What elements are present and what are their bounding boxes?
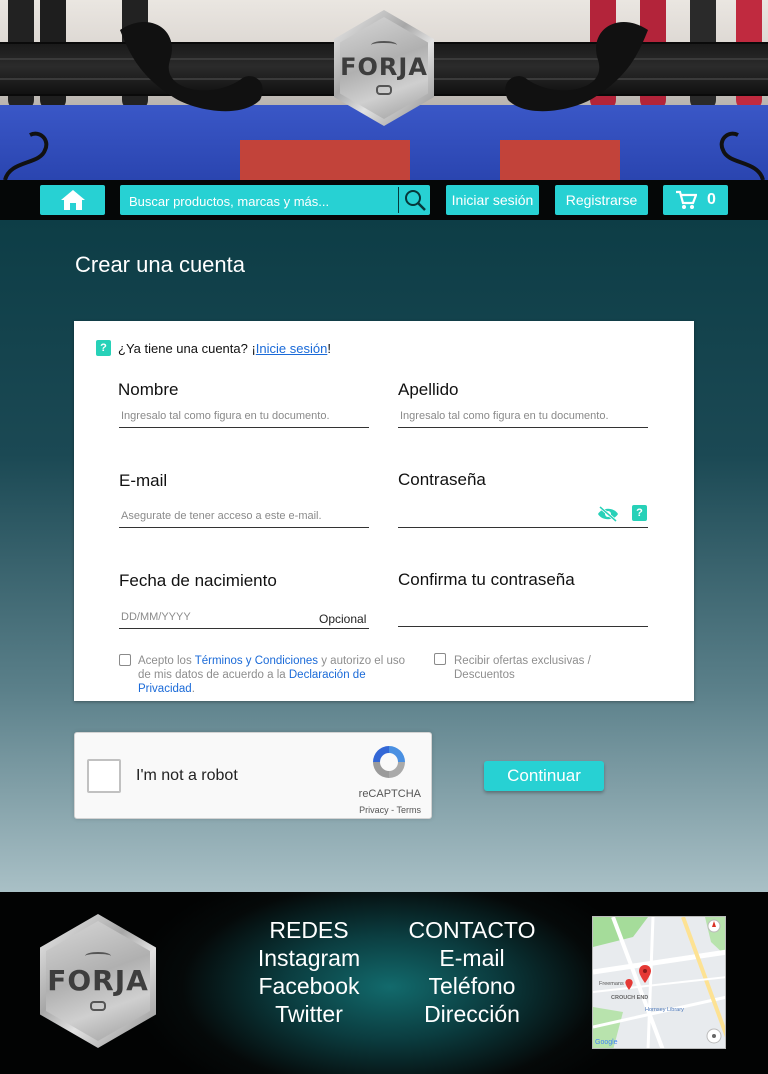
email-label: E-mail [119,471,168,490]
cart-count: 0 [707,191,716,208]
have-account-suffix: ! [327,341,331,356]
dragon-right-icon [505,21,648,112]
home-button[interactable] [40,185,105,215]
footer-contacto-column: CONTACTO E-mail Teléfono Dirección [400,916,544,1028]
map-label: CROUCH END [611,995,649,1001]
continue-button[interactable]: Continuar [484,761,604,791]
gym-mat-red [500,140,620,180]
register-button[interactable]: Registrarse [555,185,648,215]
password-label: Contraseña [398,470,486,489]
twitter-link[interactable]: Twitter [240,1000,378,1028]
address-link[interactable]: Dirección [400,1000,544,1028]
footer-logo-fist-icon [90,1000,106,1011]
have-account-prefix: ¿Ya tiene una cuenta? ¡ [118,341,256,356]
search-icon[interactable] [403,188,427,212]
apellido-field[interactable]: Ingresalo tal como figura en tu document… [398,410,648,428]
terms-part1: Acepto los [138,655,195,667]
page-title: Crear una cuenta [75,252,245,277]
recaptcha-links[interactable]: Privacy - Terms [359,805,421,815]
map-google-logo: Google [595,1039,618,1046]
terms-text: Acepto los Términos y Condiciones y auto… [138,654,406,696]
search-divider [398,187,399,213]
confirm-password-field[interactable] [398,609,648,627]
search-input[interactable]: Buscar productos, marcas y más... [129,194,329,209]
redes-title: REDES [269,917,349,943]
confirm-password-label: Confirma tu contraseña [398,570,575,589]
footer-redes-column: REDES Instagram Facebook Twitter [240,916,378,1028]
search-bar[interactable]: Buscar productos, marcas y más... [120,185,430,215]
cart-button[interactable]: 0 [663,185,728,215]
dragon-left-icon [120,21,263,112]
dragon-tail-right-icon [719,131,765,180]
recaptcha-icon [373,746,405,778]
have-account-text: ¿Ya tiene una cuenta? ¡Inicie sesión! [118,341,331,356]
terms-checkbox[interactable] [119,654,131,666]
map-label: Hornsey Library [645,1007,684,1013]
recaptcha-label: I'm not a robot [136,767,238,784]
login-link[interactable]: Inicie sesión [256,341,328,356]
location-map[interactable]: Freemans CROUCH END Hornsey Library Goog… [592,916,726,1049]
birth-label: Fecha de nacimiento [119,571,277,590]
instagram-link[interactable]: Instagram [240,944,378,972]
email-link[interactable]: E-mail [400,944,544,972]
logo-text: FORJA [340,53,428,81]
logo-fist-icon [376,85,392,95]
facebook-link[interactable]: Facebook [240,972,378,1000]
login-button[interactable]: Iniciar sesión [446,185,539,215]
recaptcha-brand: reCAPTCHA [358,788,421,800]
map-label: Freemans [599,981,624,987]
offers-checkbox[interactable] [434,653,446,665]
footer-logo-text: FORJA [47,963,149,997]
birth-optional-label: Opcional [319,612,367,626]
dragon-tail-left-icon [3,131,49,180]
phone-link[interactable]: Teléfono [400,972,544,1000]
eye-off-icon[interactable] [597,505,619,523]
home-icon [60,190,85,210]
offers-text: Recibir ofertas exclusivas / Descuentos [454,655,591,681]
apellido-label: Apellido [398,380,459,399]
map-pin-icon [625,979,633,990]
cart-icon [676,190,698,209]
password-help-icon[interactable]: ? [632,505,647,521]
recaptcha-checkbox[interactable] [87,759,121,793]
logo-sun-icon [371,41,397,49]
terms-part3: . [191,683,195,695]
map-pin-icon [639,965,651,983]
hero-banner: FORJA [0,0,768,180]
footer-logo-sun-icon [85,951,111,960]
email-field[interactable]: Asegurate de tener acceso a este e-mail. [119,510,369,528]
contacto-title: CONTACTO [408,917,536,943]
terms-link[interactable]: Términos y Condiciones [195,655,318,667]
recaptcha-widget: I'm not a robot reCAPTCHA Privacy - Term… [74,732,432,819]
gym-mat-red [240,140,410,180]
nombre-field[interactable]: Ingresalo tal como figura en tu document… [119,410,369,428]
help-icon[interactable]: ? [96,340,111,356]
nombre-label: Nombre [118,380,179,399]
